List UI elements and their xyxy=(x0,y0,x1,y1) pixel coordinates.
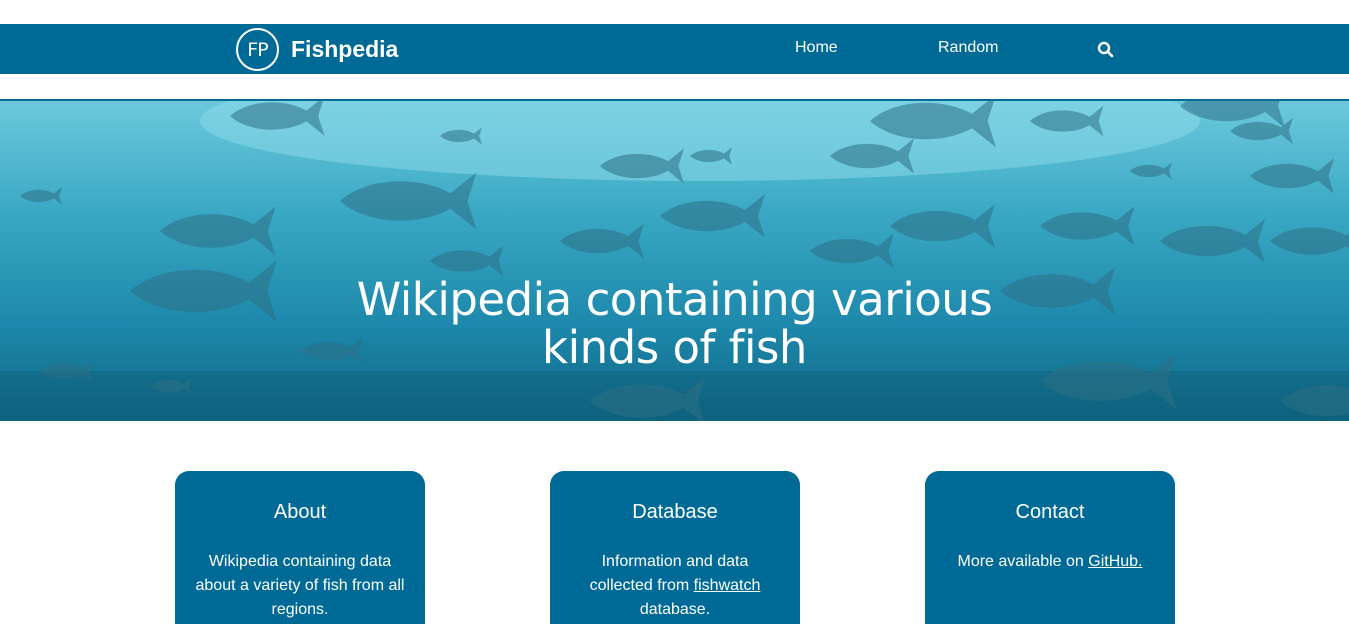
github-link[interactable]: GitHub. xyxy=(1088,553,1142,570)
brand-logo-link[interactable]: FP Fishpedia xyxy=(236,28,398,71)
about-card: About Wikipedia containing data about a … xyxy=(175,471,425,624)
fishwatch-link[interactable]: fishwatch xyxy=(694,577,761,594)
hero-banner: Wikipedia containing various kinds of fi… xyxy=(0,101,1349,421)
fp-logo-icon: FP xyxy=(236,28,279,71)
database-card-title: Database xyxy=(632,501,718,523)
nav-home-link[interactable]: Home xyxy=(795,39,838,57)
hero-title: Wikipedia containing various kinds of fi… xyxy=(0,276,1349,372)
contact-card-title: Contact xyxy=(1015,501,1085,523)
contact-card: Contact More available on GitHub. xyxy=(925,471,1175,624)
nav-random-link[interactable]: Random xyxy=(938,39,998,57)
about-card-text: Wikipedia containing data about a variet… xyxy=(195,553,405,618)
about-card-title: About xyxy=(273,501,327,523)
hero-title-line-2: kinds of fish xyxy=(542,321,807,374)
brand-name: Fishpedia xyxy=(291,36,399,62)
database-text-after: database. xyxy=(639,601,711,618)
contact-text-before: More available on xyxy=(957,553,1089,570)
database-card-text: Information and data collected from fish… xyxy=(550,550,800,622)
database-card: Database Information and data collected … xyxy=(550,471,800,624)
contact-card-text: More available on GitHub. xyxy=(925,550,1175,574)
hero-title-line-1: Wikipedia containing various xyxy=(356,273,993,326)
top-navbar: FP Fishpedia Home Random xyxy=(0,24,1349,74)
search-icon[interactable] xyxy=(1097,41,1114,58)
